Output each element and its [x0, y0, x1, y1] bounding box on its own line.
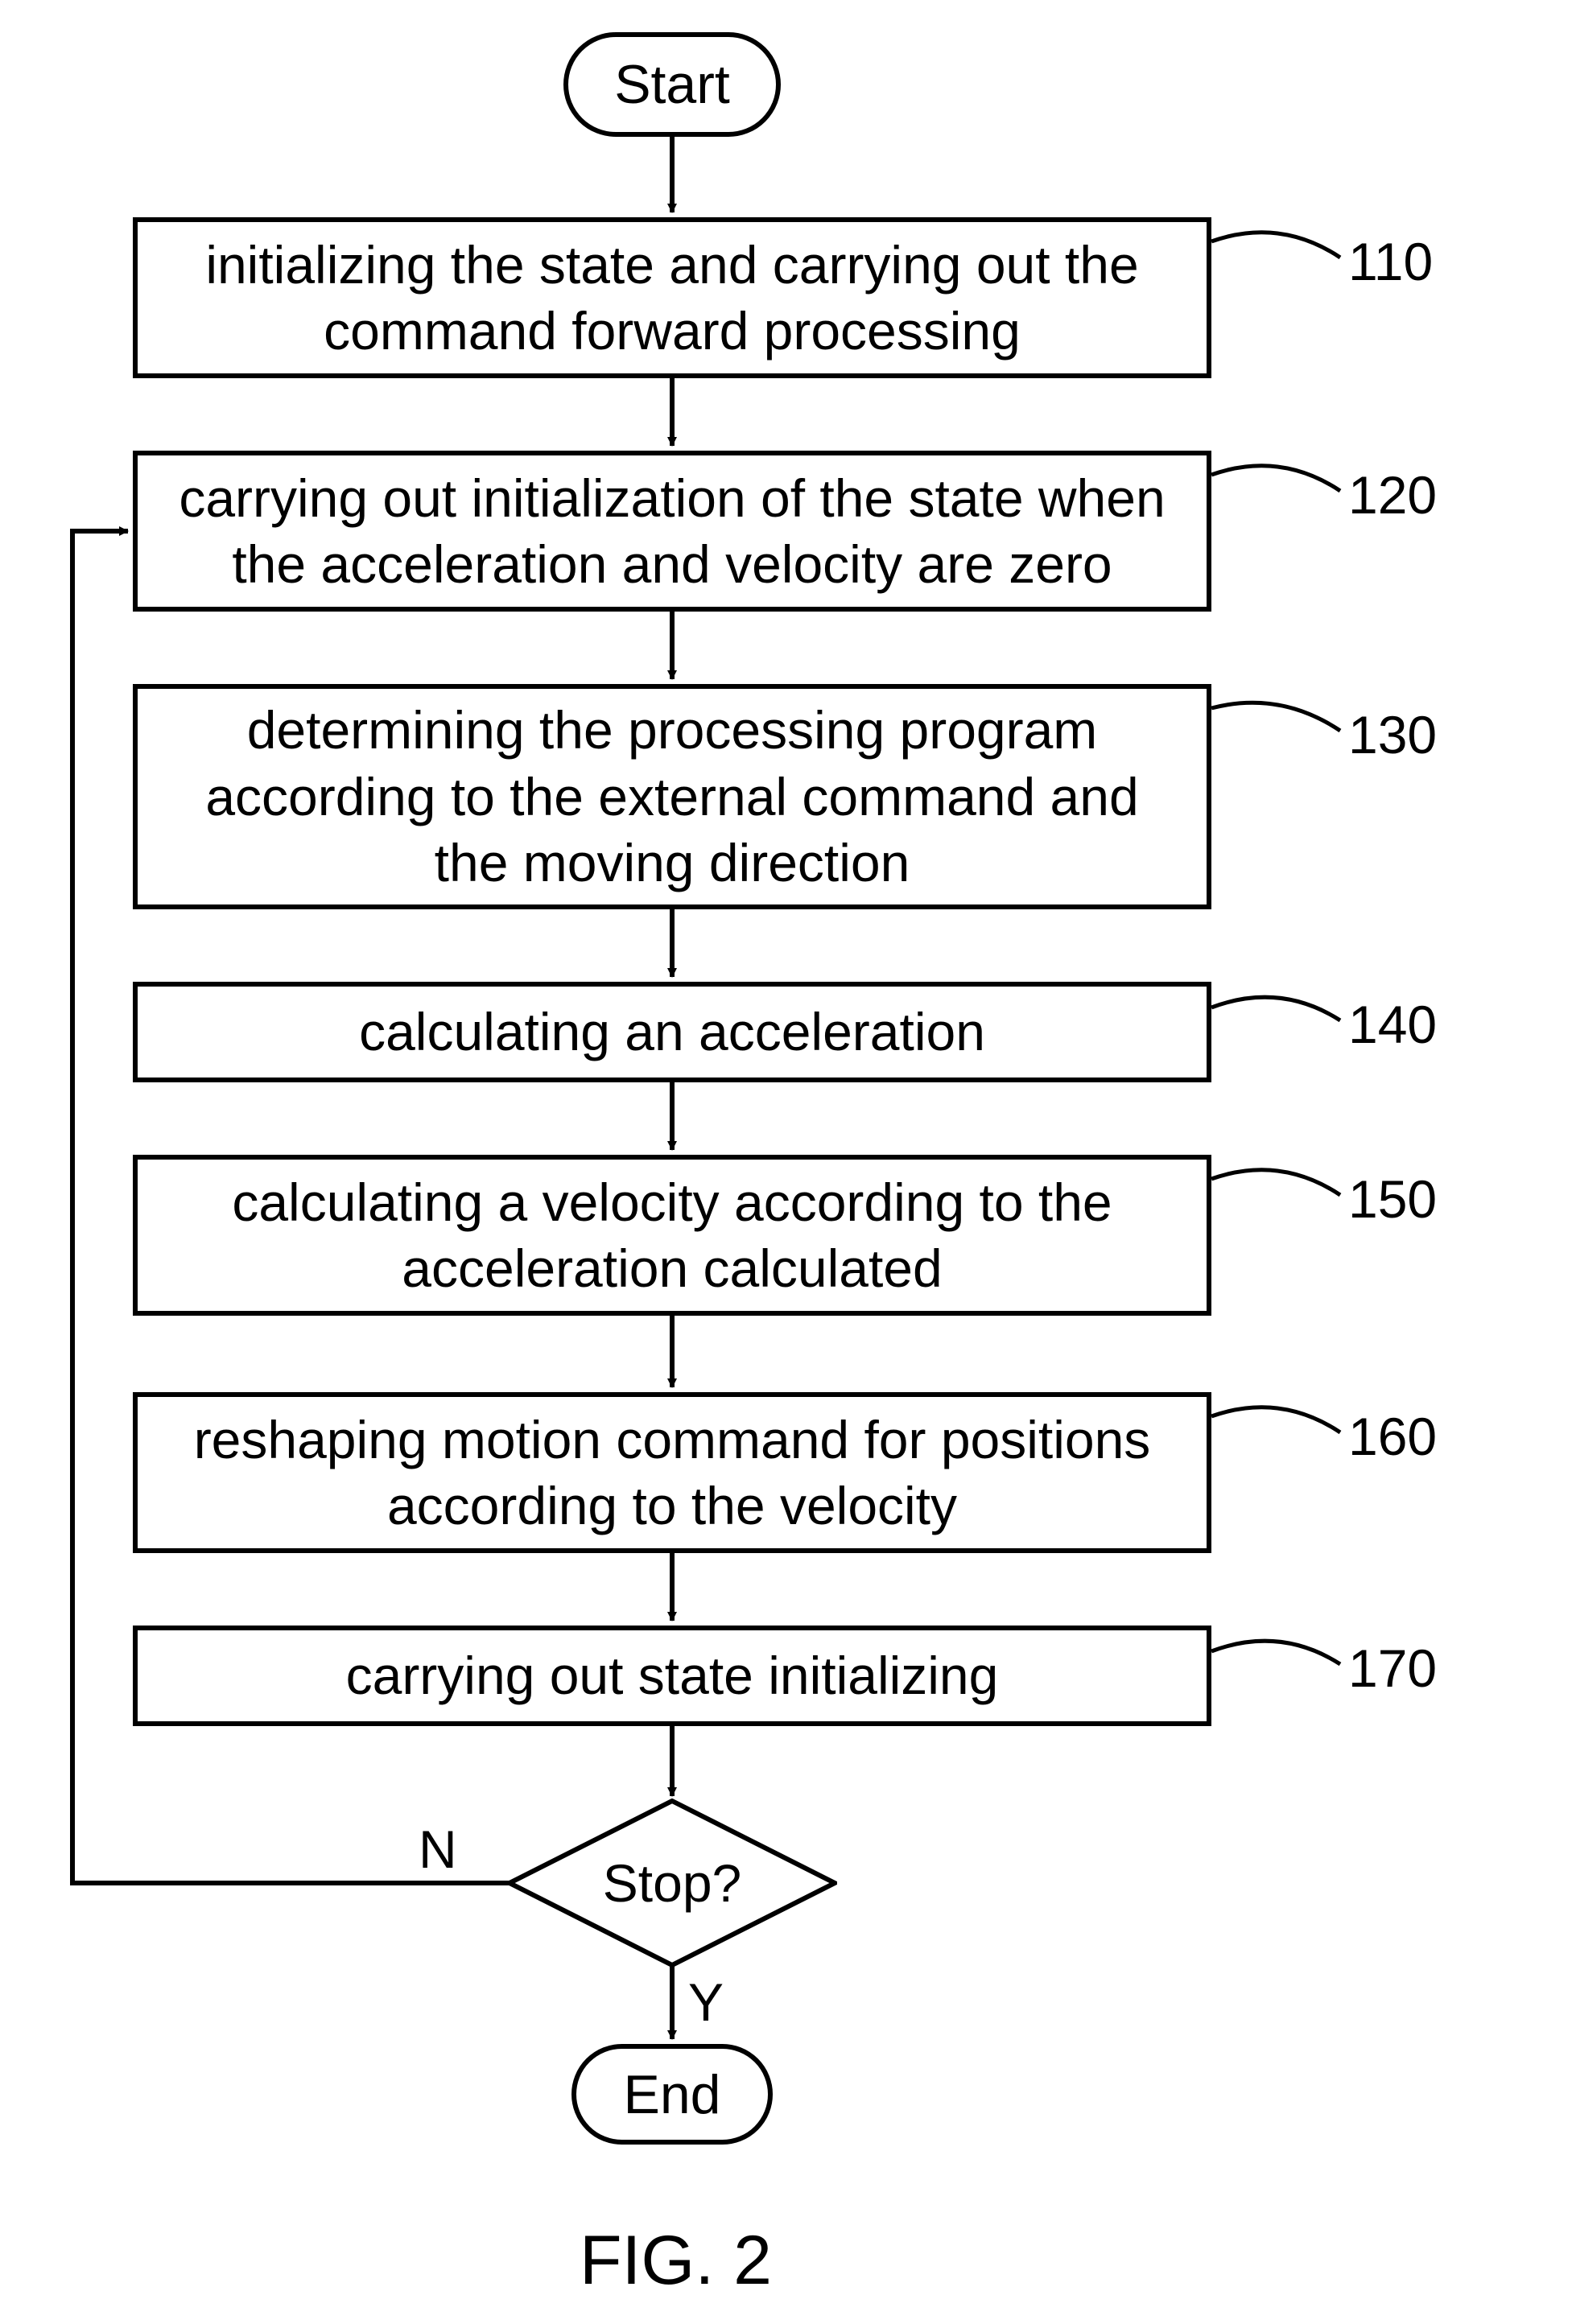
flowchart-figure: Start initializing the state and carryin…: [0, 0, 1572, 2324]
connectors: [0, 0, 1572, 2324]
